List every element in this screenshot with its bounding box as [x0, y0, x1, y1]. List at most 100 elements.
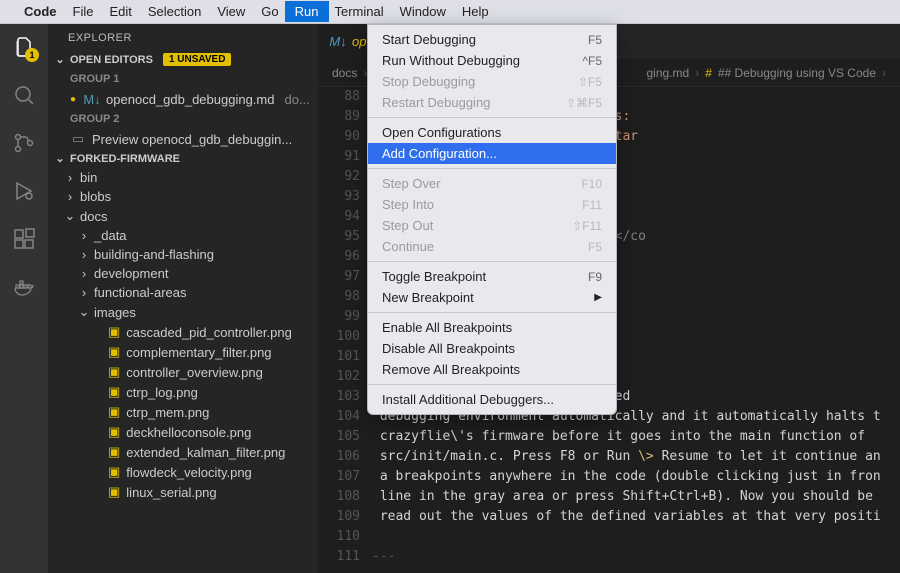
menu-item-run-without-debugging[interactable]: Run Without Debugging^F5	[368, 50, 616, 71]
explorer-icon[interactable]: 1	[11, 34, 37, 60]
folder-label: _data	[94, 228, 127, 243]
menubar-help[interactable]: Help	[462, 4, 489, 19]
menu-item-label: Continue	[382, 239, 434, 254]
menubar-edit[interactable]: Edit	[109, 4, 131, 19]
breadcrumb-segment[interactable]: ## Debugging using VS Code	[718, 66, 876, 80]
menu-item-label: Start Debugging	[382, 32, 476, 47]
folder-building-and-flashing[interactable]: ›building-and-flashing	[48, 245, 318, 264]
submenu-arrow-icon: ▶	[594, 292, 602, 303]
folder-_data[interactable]: › _data	[48, 226, 318, 245]
menu-item-start-debugging[interactable]: Start DebuggingF5	[368, 29, 616, 50]
menubar: Code File Edit Selection View Go Run Ter…	[0, 0, 900, 24]
menubar-go[interactable]: Go	[261, 4, 278, 19]
file-item[interactable]: ▣flowdeck_velocity.png	[48, 462, 318, 482]
file-item[interactable]: ▣ctrp_log.png	[48, 382, 318, 402]
menu-item-label: Remove All Breakpoints	[382, 362, 520, 377]
open-editors-header[interactable]: ⌄ OPEN EDITORS 1 UNSAVED	[48, 50, 318, 69]
project-label: FORKED-FIRMWARE	[70, 153, 180, 165]
menu-item-label: Restart Debugging	[382, 95, 490, 110]
docker-icon[interactable]	[11, 274, 37, 300]
menubar-file[interactable]: File	[73, 4, 94, 19]
file-item[interactable]: ▣controller_overview.png	[48, 362, 318, 382]
menu-item-remove-all-breakpoints[interactable]: Remove All Breakpoints	[368, 359, 616, 380]
file-item[interactable]: ▣complementary_filter.png	[48, 342, 318, 362]
menu-shortcut: ⇧F5	[578, 75, 602, 89]
breadcrumb-segment[interactable]: docs	[332, 66, 357, 80]
menu-shortcut: F10	[581, 177, 602, 191]
chevron-right-icon: ›	[695, 66, 699, 80]
file-item[interactable]: ▣ctrp_mem.png	[48, 402, 318, 422]
folder-images[interactable]: ⌄images	[48, 302, 318, 322]
line-gutter: 8889909192939495969798991001011021031041…	[318, 87, 372, 573]
menubar-app[interactable]: Code	[24, 4, 57, 19]
group-2-label: GROUP 2	[48, 109, 318, 129]
folder-functional-areas[interactable]: ›functional-areas	[48, 283, 318, 302]
menu-item-disable-all-breakpoints[interactable]: Disable All Breakpoints	[368, 338, 616, 359]
project-header[interactable]: ⌄ FORKED-FIRMWARE	[48, 149, 318, 168]
menu-item-step-over: Step Over F10	[368, 173, 616, 194]
search-icon[interactable]	[11, 82, 37, 108]
run-debug-icon[interactable]	[11, 178, 37, 204]
heading-icon: #	[705, 66, 712, 80]
activity-bar: 1	[0, 24, 48, 573]
menu-shortcut: ^F5	[582, 54, 602, 68]
unsaved-badge: 1 UNSAVED	[163, 53, 232, 66]
preview-icon: ▭	[70, 131, 86, 147]
image-icon: ▣	[108, 404, 120, 420]
menu-item-toggle-breakpoint[interactable]: Toggle Breakpoint F9	[368, 266, 616, 287]
explorer-badge: 1	[25, 48, 39, 62]
menu-item-label: New Breakpoint	[382, 290, 474, 305]
folder-blobs[interactable]: ›blobs	[48, 187, 318, 206]
folder-development[interactable]: ›development	[48, 264, 318, 283]
menubar-selection[interactable]: Selection	[148, 4, 201, 19]
open-editor-file-1[interactable]: M↓ openocd_gdb_debugging.md do...	[48, 89, 318, 109]
file-item[interactable]: ▣linux_serial.png	[48, 482, 318, 502]
image-icon: ▣	[108, 484, 120, 500]
file-item[interactable]: ▣ extended_kalman_filter.png	[48, 442, 318, 462]
menu-separator	[368, 312, 616, 313]
open-editor-file-2[interactable]: ▭ Preview openocd_gdb_debuggin...	[48, 129, 318, 149]
chevron-right-icon: ›	[78, 247, 90, 262]
folder-bin[interactable]: ›bin	[48, 168, 318, 187]
file-label: ctrp_log.png	[126, 385, 198, 400]
menu-item-step-into: Step IntoF11	[368, 194, 616, 215]
menu-item-label: Step Out	[382, 218, 433, 233]
menubar-run[interactable]: Run	[285, 1, 329, 22]
image-icon: ▣	[108, 444, 120, 460]
file-label: complementary_filter.png	[126, 345, 271, 360]
menu-item-label: Install Additional Debuggers...	[382, 392, 554, 407]
menu-item-open-configurations[interactable]: Open Configurations	[368, 122, 616, 143]
chevron-right-icon: ›	[882, 66, 886, 80]
breadcrumb-segment[interactable]: ging.md	[646, 66, 689, 80]
chevron-right-icon: ›	[78, 228, 90, 243]
menu-item-label: Step Into	[382, 197, 434, 212]
file-label: extended_kalman_filter.png	[126, 445, 285, 460]
folder-docs[interactable]: ⌄docs	[48, 206, 318, 226]
menu-item-stop-debugging: Stop Debugging⇧F5	[368, 71, 616, 92]
folder-label: docs	[80, 209, 107, 224]
file-tree: ›bin›blobs⌄docs › _data ›building-and-flash…	[48, 168, 318, 573]
menu-item-install-additional-debuggers[interactable]: Install Additional Debuggers...	[368, 389, 616, 410]
file-item[interactable]: ▣cascaded_pid_controller.png	[48, 322, 318, 342]
source-control-icon[interactable]	[11, 130, 37, 156]
extensions-icon[interactable]	[11, 226, 37, 252]
file-name: openocd_gdb_debugging.md	[106, 92, 274, 107]
markdown-icon: M↓	[330, 34, 346, 50]
chevron-right-icon: ›	[78, 285, 90, 300]
menu-item-label: Step Over	[382, 176, 441, 191]
menu-item-enable-all-breakpoints[interactable]: Enable All Breakpoints	[368, 317, 616, 338]
menu-item-label: Toggle Breakpoint	[382, 269, 486, 284]
menu-separator	[368, 384, 616, 385]
menu-item-label: Open Configurations	[382, 125, 501, 140]
menubar-terminal[interactable]: Terminal	[335, 4, 384, 19]
menu-item-new-breakpoint[interactable]: New Breakpoint ▶	[368, 287, 616, 308]
file-label: cascaded_pid_controller.png	[126, 325, 292, 340]
menubar-window[interactable]: Window	[400, 4, 446, 19]
menubar-view[interactable]: View	[217, 4, 245, 19]
menu-shortcut: F5	[588, 240, 602, 254]
image-icon: ▣	[108, 464, 120, 480]
menu-item-add-configuration[interactable]: Add Configuration...	[368, 143, 616, 164]
menu-shortcut: F9	[588, 270, 602, 284]
menu-separator	[368, 117, 616, 118]
file-item[interactable]: ▣deckhelloconsole.png	[48, 422, 318, 442]
